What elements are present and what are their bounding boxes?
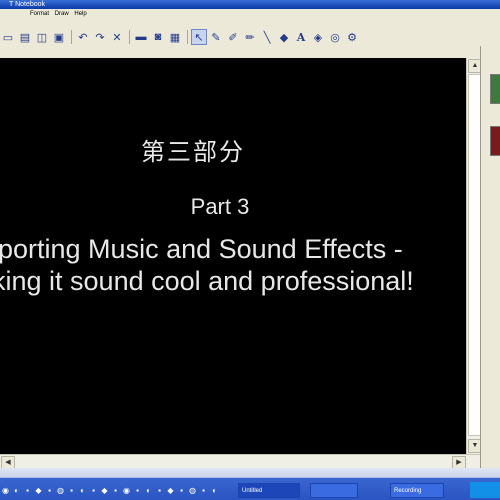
taskbar-button-recording[interactable]: Recording [390, 483, 444, 498]
side-tab-attachments[interactable] [490, 126, 500, 156]
side-tab-gallery[interactable] [490, 74, 500, 104]
app-icon[interactable]: ◍ [188, 486, 197, 495]
save-icon[interactable]: ◫ [34, 29, 50, 45]
app-icon[interactable]: ▪ [89, 486, 98, 495]
app-icon[interactable]: ◉ [122, 486, 131, 495]
page-text-line-1: porting Music and Sound Effects - [0, 234, 403, 264]
page-text-line-2: king it sound cool and professional! [0, 266, 414, 296]
side-panel [480, 46, 500, 468]
title-bar: T Notebook [0, 0, 500, 9]
page-part-label: Part 3 [190, 194, 250, 219]
highlighter-icon[interactable]: ✏ [242, 29, 258, 45]
open-folder-icon[interactable]: ▤ [17, 29, 33, 45]
menu-bar: Format Draw Help [0, 9, 500, 20]
system-tray [470, 482, 500, 498]
vertical-scrollbar[interactable]: ▲ ▼ [466, 58, 482, 454]
new-file-icon[interactable]: ▭ [0, 29, 16, 45]
menu-format[interactable]: Format [30, 9, 49, 20]
folder-icon[interactable]: ▪ [45, 486, 54, 495]
properties-icon[interactable]: ⚙ [344, 29, 360, 45]
line-icon[interactable]: ╲ [259, 29, 275, 45]
app-icon[interactable]: ▪ [133, 486, 142, 495]
app-icon[interactable]: ▪ [67, 486, 76, 495]
eraser-icon[interactable]: ◆ [276, 29, 292, 45]
redo-icon[interactable]: ↷ [92, 29, 108, 45]
taskbar-button-window[interactable] [310, 483, 358, 498]
app-icon[interactable]: ◐ [78, 486, 87, 495]
quick-launch: ◉ ◐ ▪ ◆ ▪ ◍ ▪ ◐ ▪ ◆ ▪ ◉ ▪ ◐ ▪ ◆ ▪ ◍ ▪ ◐ [0, 482, 220, 498]
browser-icon[interactable]: ◐ [12, 486, 21, 495]
page-heading: 第三部分 [141, 138, 245, 166]
window-title: T Notebook [9, 1, 46, 8]
app-icon[interactable]: ◍ [56, 486, 65, 495]
paste-icon[interactable]: ▣ [51, 29, 67, 45]
app-icon[interactable]: ◆ [166, 486, 175, 495]
start-icon[interactable]: ◉ [1, 486, 10, 495]
table-icon[interactable]: ▦ [167, 29, 183, 45]
toolbar: ▭ ▤ ◫ ▣ ↶ ↷ ✕ ▬ ◙ ▦ ↖ ✎ ✐ ✏ ╲ ◆ A ◈ ◎ ⚙ [0, 20, 500, 59]
media-icon[interactable]: ◆ [34, 486, 43, 495]
app-icon[interactable]: ▪ [111, 486, 120, 495]
select-pointer-icon[interactable]: ↖ [191, 29, 207, 45]
screen-shade-icon[interactable]: ▬ [133, 29, 149, 45]
app-icon[interactable]: ◐ [144, 486, 153, 495]
desktop-icon[interactable]: ▪ [23, 486, 32, 495]
undo-icon[interactable]: ↶ [75, 29, 91, 45]
text-icon[interactable]: A [293, 29, 309, 45]
notebook-canvas[interactable]: 第三部分 Part 3 porting Music and Sound Effe… [0, 58, 466, 454]
pen-icon[interactable]: ✎ [208, 29, 224, 45]
taskbar: ◉ ◐ ▪ ◆ ▪ ◍ ▪ ◐ ▪ ◆ ▪ ◉ ▪ ◐ ▪ ◆ ▪ ◍ ▪ ◐ … [0, 468, 500, 500]
toolbar-separator [71, 30, 72, 44]
app-icon[interactable]: ▪ [199, 486, 208, 495]
app-icon[interactable]: ▪ [155, 486, 164, 495]
shapes-icon[interactable]: ◎ [327, 29, 343, 45]
menu-draw[interactable]: Draw [55, 9, 69, 20]
creative-pen-icon[interactable]: ✐ [225, 29, 241, 45]
app-icon[interactable]: ◐ [210, 486, 219, 495]
capture-icon[interactable]: ◙ [150, 29, 166, 45]
taskbar-button-notebook[interactable]: Untitled [238, 483, 300, 498]
toolbar-separator [187, 30, 188, 44]
delete-icon[interactable]: ✕ [109, 29, 125, 45]
fill-icon[interactable]: ◈ [310, 29, 326, 45]
menu-help[interactable]: Help [74, 9, 86, 20]
app-icon[interactable]: ◆ [100, 486, 109, 495]
horizontal-scrollbar[interactable]: ◀ ▶ [0, 454, 480, 469]
toolbar-separator [129, 30, 130, 44]
app-icon[interactable]: ▪ [177, 486, 186, 495]
